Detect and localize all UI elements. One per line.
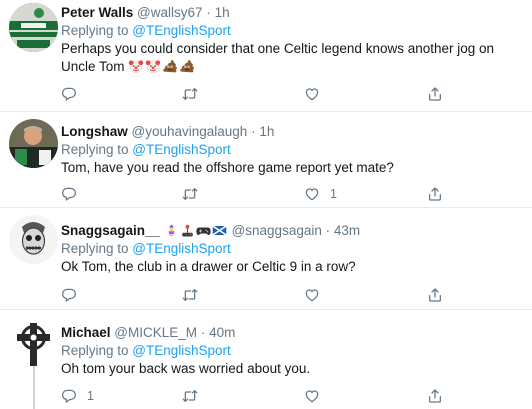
retweet-arrows-icon	[182, 86, 198, 102]
pile-of-poo-emoji	[179, 58, 195, 74]
timestamp[interactable]: 40m	[209, 325, 235, 340]
retweet-arrows-icon	[182, 186, 198, 202]
joystick-emoji	[180, 223, 195, 238]
reply-button[interactable]: 1	[61, 386, 94, 406]
share-upload-icon	[427, 388, 443, 404]
game-controller-emoji	[196, 223, 211, 238]
genie-emoji	[164, 223, 179, 238]
mention-link[interactable]: @TEnglishSport	[132, 142, 231, 157]
separator-dot: ·	[200, 325, 206, 340]
reply-button[interactable]	[61, 285, 87, 305]
retweet-arrows-icon	[182, 388, 198, 404]
replying-prefix: Replying to	[61, 23, 133, 38]
display-name[interactable]: Longshaw	[61, 124, 128, 139]
user-handle[interactable]: @youhavingalaugh	[132, 124, 248, 139]
replying-to: Replying to @TEnglishSport	[61, 240, 522, 258]
like-button[interactable]: 1	[304, 184, 337, 204]
tweet-1[interactable]: Peter Walls @wallsy67 · 1h Replying to @…	[0, 0, 532, 112]
mention-link[interactable]: @TEnglishSport	[132, 241, 231, 256]
share-button[interactable]	[427, 285, 443, 305]
avatar-image	[9, 320, 58, 369]
mention-link[interactable]: @TEnglishSport	[132, 343, 231, 358]
heart-icon	[304, 186, 320, 202]
user-handle[interactable]: @wallsy67	[137, 5, 202, 20]
avatar-image	[9, 3, 58, 52]
avatar-image	[9, 215, 58, 264]
tweet-text: Tom, have you read the offshore game rep…	[61, 160, 394, 175]
retweet-arrows-icon	[182, 287, 198, 303]
clown-face-emoji	[128, 58, 144, 74]
tweet-text: Ok Tom, the club in a drawer or Celtic 9…	[61, 259, 356, 274]
tweet-header: Snaggsagain__ @snaggsagain · 43m	[61, 222, 522, 240]
replying-to: Replying to @TEnglishSport	[61, 22, 522, 40]
separator-dot: ·	[251, 124, 256, 139]
clown-face-emoji	[145, 58, 161, 74]
like-button[interactable]	[304, 285, 330, 305]
reply-button[interactable]	[61, 84, 87, 104]
replying-prefix: Replying to	[61, 142, 133, 157]
retweet-button[interactable]	[182, 84, 208, 104]
share-upload-icon	[427, 287, 443, 303]
avatar[interactable]	[9, 320, 58, 369]
share-upload-icon	[427, 86, 443, 102]
share-button[interactable]	[427, 184, 443, 204]
tweet-actions	[61, 84, 451, 104]
share-upload-icon	[427, 186, 443, 202]
heart-icon	[304, 86, 320, 102]
reply-button[interactable]	[61, 184, 87, 204]
display-name[interactable]: Michael	[61, 325, 111, 340]
tweet-4[interactable]: Michael @MICKLE_M · 40m Replying to @TEn…	[0, 310, 532, 409]
speech-bubble-icon	[61, 388, 77, 404]
avatar[interactable]	[9, 3, 58, 52]
heart-icon	[304, 287, 320, 303]
tweet-3[interactable]: Snaggsagain__ @snaggsagain · 43m Replyin…	[0, 208, 532, 310]
speech-bubble-icon	[61, 86, 77, 102]
retweet-button[interactable]	[182, 184, 208, 204]
replying-prefix: Replying to	[61, 241, 133, 256]
user-handle[interactable]: @MICKLE_M	[114, 325, 197, 340]
timestamp[interactable]: 1h	[215, 5, 230, 20]
tweet-text: Perhaps you could consider that one Celt…	[61, 41, 495, 74]
timestamp[interactable]: 43m	[334, 223, 360, 238]
retweet-button[interactable]	[182, 285, 208, 305]
pile-of-poo-emoji	[162, 58, 178, 74]
tweet-2[interactable]: Longshaw @youhavingalaugh · 1h Replying …	[0, 112, 532, 208]
like-button[interactable]	[304, 84, 330, 104]
tweet-actions: 1	[61, 184, 451, 204]
avatar[interactable]	[9, 119, 58, 168]
speech-bubble-icon	[61, 186, 77, 202]
replying-to: Replying to @TEnglishSport	[61, 342, 522, 360]
timestamp[interactable]: 1h	[259, 124, 274, 139]
retweet-button[interactable]	[182, 386, 208, 406]
separator-dot: ·	[206, 5, 211, 20]
scotland-flag-emoji	[212, 223, 227, 238]
separator-dot: ·	[325, 223, 331, 238]
tweet-text-container: Perhaps you could consider that one Celt…	[61, 40, 522, 76]
share-button[interactable]	[427, 84, 443, 104]
tweet-emoji	[128, 59, 196, 74]
heart-icon	[304, 388, 320, 404]
mention-link[interactable]: @TEnglishSport	[132, 23, 231, 38]
replying-to: Replying to @TEnglishSport	[61, 141, 522, 159]
display-name[interactable]: Peter Walls	[61, 5, 133, 20]
tweet-actions	[61, 285, 451, 305]
like-count: 1	[330, 187, 337, 201]
avatar[interactable]	[9, 215, 58, 264]
name-emoji	[164, 223, 232, 238]
reply-count: 1	[87, 389, 94, 403]
tweet-text: Oh tom your back was worried about you.	[61, 361, 311, 376]
share-button[interactable]	[427, 386, 443, 406]
display-name[interactable]: Snaggsagain__	[61, 223, 160, 238]
tweet-actions: 1	[61, 386, 451, 406]
user-handle[interactable]: @snaggsagain	[232, 223, 322, 238]
tweet-header: Peter Walls @wallsy67 · 1h	[61, 4, 522, 22]
speech-bubble-icon	[61, 287, 77, 303]
tweet-header: Longshaw @youhavingalaugh · 1h	[61, 123, 522, 141]
like-button[interactable]	[304, 386, 330, 406]
tweet-header: Michael @MICKLE_M · 40m	[61, 324, 522, 342]
replying-prefix: Replying to	[61, 343, 133, 358]
avatar-image	[9, 119, 58, 168]
thread-connector-line	[33, 366, 35, 409]
